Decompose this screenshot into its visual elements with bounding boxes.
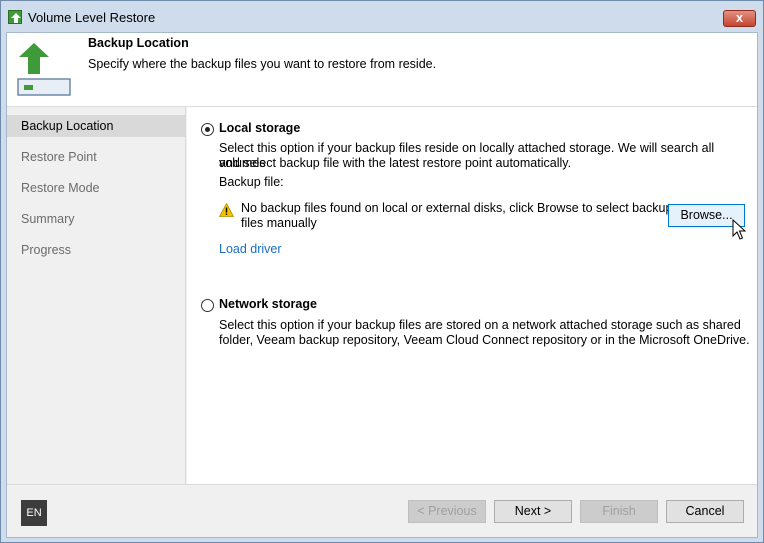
- local-storage-radio[interactable]: [201, 123, 214, 136]
- cancel-button[interactable]: Cancel: [666, 500, 744, 523]
- sidebar-item-restore-point[interactable]: Restore Point: [7, 146, 186, 168]
- wizard-steps-sidebar: Backup Location Restore Point Restore Mo…: [7, 107, 186, 484]
- mouse-cursor-icon: [732, 218, 747, 244]
- previous-button[interactable]: < Previous: [408, 500, 486, 523]
- warning-text-line1: No backup files found on local or extern…: [241, 201, 673, 215]
- wizard-header: Backup Location Specify where the backup…: [7, 33, 757, 107]
- network-storage-desc-line1: Select this option if your backup files …: [219, 318, 741, 332]
- warning-icon: [218, 202, 235, 220]
- volume-restore-icon: [16, 41, 72, 97]
- finish-button[interactable]: Finish: [580, 500, 658, 523]
- load-driver-link[interactable]: Load driver: [219, 242, 282, 257]
- network-storage-radio[interactable]: [201, 299, 214, 312]
- local-storage-desc-line2: and select backup file with the latest r…: [219, 156, 572, 170]
- network-storage-desc-line2: folder, Veeam backup repository, Veeam C…: [219, 333, 750, 347]
- backup-file-label: Backup file:: [219, 175, 284, 189]
- title-bar[interactable]: Volume Level Restore x: [1, 1, 763, 32]
- sidebar-item-progress[interactable]: Progress: [7, 239, 186, 261]
- wizard-footer: EN < Previous Next > Finish Cancel: [7, 484, 757, 537]
- wizard-client: Backup Location Specify where the backup…: [6, 32, 758, 538]
- page-description: Specify where the backup files you want …: [88, 57, 437, 71]
- warning-text-line2: files manually: [241, 216, 317, 230]
- sidebar-item-summary[interactable]: Summary: [7, 208, 186, 230]
- close-button[interactable]: x: [723, 10, 756, 27]
- page-title: Backup Location: [88, 36, 189, 50]
- language-indicator[interactable]: EN: [21, 500, 47, 526]
- restore-wizard-window: Volume Level Restore x Backup Location S…: [0, 0, 764, 543]
- sidebar-item-backup-location[interactable]: Backup Location: [7, 115, 186, 137]
- next-button[interactable]: Next >: [494, 500, 572, 523]
- network-storage-label[interactable]: Network storage: [219, 297, 317, 311]
- sidebar-item-restore-mode[interactable]: Restore Mode: [7, 177, 186, 199]
- window-title: Volume Level Restore: [28, 10, 156, 25]
- local-storage-label[interactable]: Local storage: [219, 121, 300, 135]
- wizard-content: Local storage Select this option if your…: [187, 107, 757, 484]
- restore-arrow-icon: [8, 10, 22, 24]
